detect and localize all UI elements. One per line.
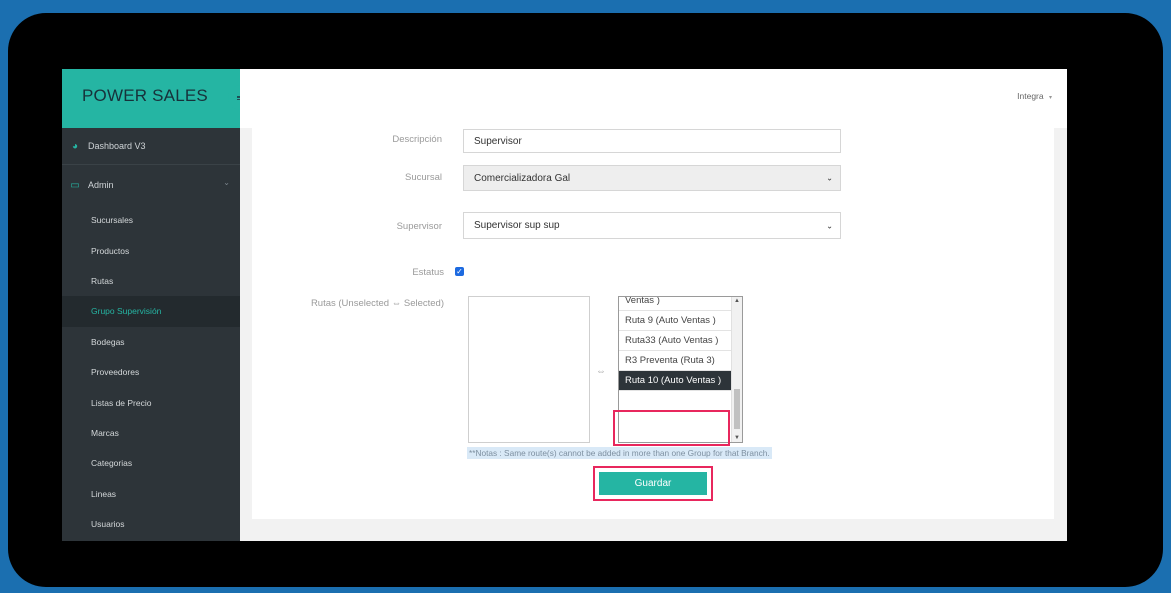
scroll-down-icon[interactable]: ▼: [732, 434, 742, 442]
chevron-down-icon: ⌄: [223, 178, 230, 187]
list-item[interactable]: Ruta 9 (Auto Ventas ): [619, 311, 742, 331]
sidebar-item-label: Categorias: [91, 458, 133, 469]
sidebar-item-label: Sucursales: [91, 215, 134, 226]
sidebar-item-label: Marcas: [91, 427, 119, 438]
sidebar-item-label: Usuarios: [91, 519, 125, 530]
brand-title: POWER SALES: [82, 86, 208, 105]
sidebar-item-admin[interactable]: ▭ Admin ⌄: [62, 165, 240, 205]
descripcion-value: Supervisor: [474, 135, 522, 147]
scroll-up-icon[interactable]: ▲: [732, 297, 742, 305]
sidebar-item-categorias[interactable]: Categorias: [62, 448, 240, 478]
rutas-label: Rutas (Unselected ⇔ Selected): [310, 298, 444, 309]
selected-routes-items: Ventas ) Ruta 9 (Auto Ventas ) Ruta33 (A…: [619, 297, 742, 391]
estatus-checkbox[interactable]: ✓: [455, 267, 464, 276]
scrollbar[interactable]: ▲ ▼: [731, 297, 742, 442]
highlight-selected-route: [613, 410, 730, 446]
sidebar-item-dashboard[interactable]: ◕ Dashboard V3: [62, 128, 240, 165]
list-item[interactable]: Ventas ): [619, 297, 742, 311]
user-menu[interactable]: Integra ▾: [1017, 91, 1052, 101]
descripcion-label: Descripción: [392, 134, 442, 145]
list-item-selected[interactable]: Ruta 10 (Auto Ventas ): [619, 371, 742, 391]
sidebar-item-label: Bodegas: [91, 336, 125, 347]
estatus-label: Estatus: [412, 267, 444, 278]
routes-note: **Notas : Same route(s) cannot be added …: [467, 447, 772, 459]
user-name: Integra: [1017, 91, 1044, 101]
chevron-down-icon: ⌄: [826, 173, 833, 183]
scrollbar-thumb[interactable]: [734, 389, 740, 429]
caret-down-icon: ▾: [1048, 95, 1052, 101]
sidebar-item-lineas[interactable]: Lineas: [62, 479, 240, 509]
dashboard-icon: ◕: [71, 140, 79, 152]
sidebar-item-label: Grupo Supervisión: [91, 306, 162, 317]
sidebar-item-listas-de-precio[interactable]: Listas de Precio: [62, 387, 240, 417]
save-button[interactable]: Guardar: [599, 472, 707, 495]
check-icon: ✓: [456, 267, 463, 276]
chevron-down-icon: ⌄: [826, 221, 833, 230]
unselected-routes-list[interactable]: [468, 296, 590, 443]
list-item[interactable]: R3 Preventa (Ruta 3): [619, 351, 742, 371]
supervisor-label: Supervisor: [396, 221, 442, 232]
sidebar-item-bodegas[interactable]: Bodegas: [62, 327, 240, 357]
brand-header: POWER SALES: [62, 69, 253, 128]
sidebar: POWER SALES ◕ Dashboard V3 ▭ Admin ⌄ Suc…: [62, 69, 253, 541]
sidebar-item-label: Lineas: [91, 488, 117, 499]
sidebar-item-label: Admin: [88, 180, 114, 190]
top-bar: Integra ▾: [240, 69, 1067, 128]
form-card: Descripción Supervisor Sucursal Comercia…: [252, 128, 1054, 519]
sidebar-item-label: Listas de Precio: [91, 397, 152, 408]
sidebar-item-marcas[interactable]: Marcas: [62, 418, 240, 448]
descripcion-input[interactable]: Supervisor: [463, 129, 841, 153]
sidebar-item-proveedores[interactable]: Proveedores: [62, 357, 240, 387]
sidebar-item-label: Productos: [91, 245, 130, 256]
supervisor-select[interactable]: Supervisor sup sup ⌄: [463, 212, 841, 239]
sidebar-item-label: Proveedores: [91, 367, 140, 378]
sidebar-item-sucursales[interactable]: Sucursales: [62, 205, 240, 235]
sidebar-item-label: Rutas: [91, 275, 114, 286]
sidebar-item-usuarios[interactable]: Usuarios: [62, 509, 240, 539]
app-window: POWER SALES ◕ Dashboard V3 ▭ Admin ⌄ Suc…: [62, 69, 1067, 541]
sidebar-item-label: Dashboard V3: [88, 141, 146, 151]
sidebar-item-grupo-supervision[interactable]: Grupo Supervisión: [62, 296, 240, 327]
transfer-arrows-icon[interactable]: ⇔: [596, 366, 606, 377]
list-item[interactable]: Ruta33 (Auto Ventas ): [619, 331, 742, 351]
sidebar-item-productos[interactable]: Productos: [62, 235, 240, 265]
supervisor-value: Supervisor sup sup: [474, 220, 560, 231]
sucursal-value: Comercializadora Gal: [474, 172, 571, 184]
sidebar-item-rutas[interactable]: Rutas: [62, 266, 240, 296]
sucursal-select[interactable]: Comercializadora Gal ⌄: [463, 165, 841, 191]
sucursal-label: Sucursal: [405, 172, 442, 183]
monitor-icon: ▭: [70, 179, 80, 191]
